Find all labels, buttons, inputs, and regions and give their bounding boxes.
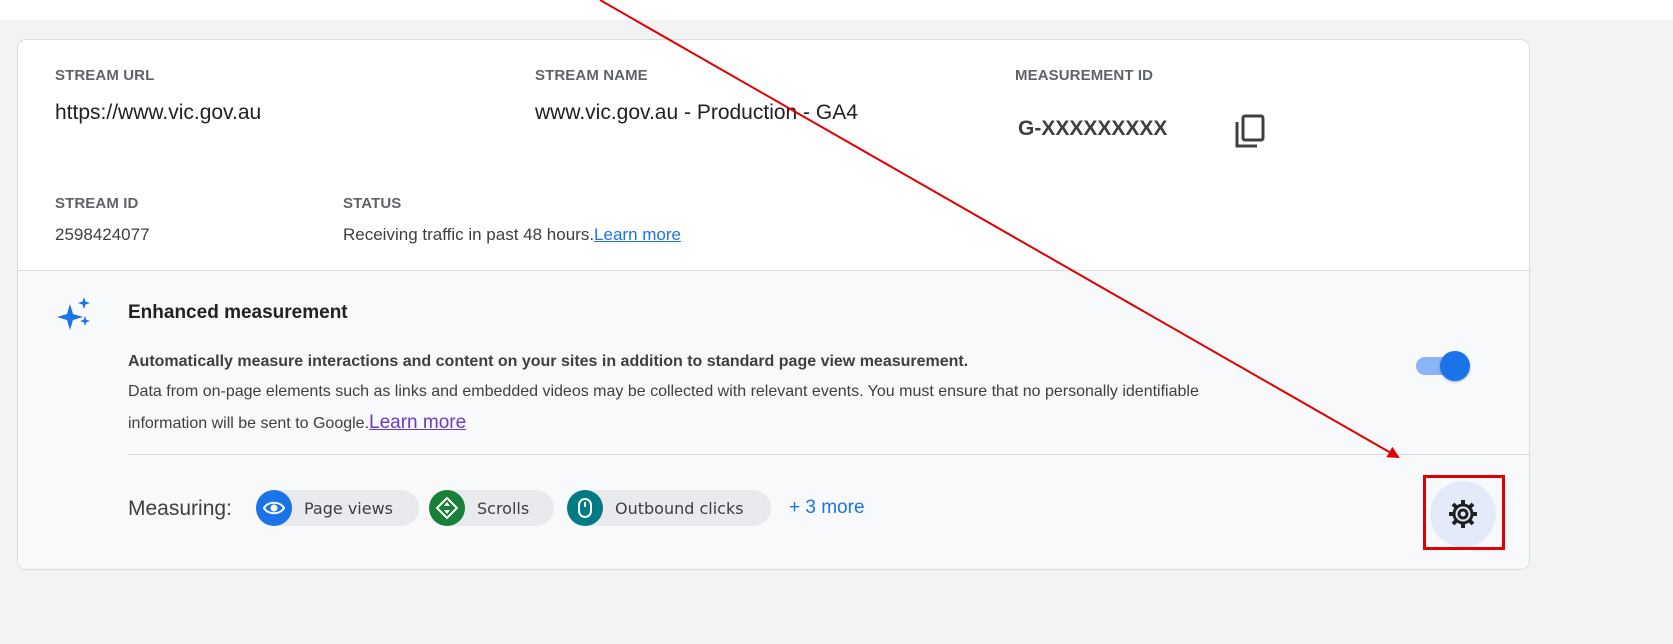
stream-url-label: STREAM URL (55, 67, 155, 84)
measurement-id-label: MEASUREMENT ID (1015, 67, 1154, 84)
enhanced-measurement-section: Enhanced measurement Automatically measu… (18, 270, 1529, 569)
eye-icon (256, 490, 292, 526)
enhanced-learn-more-link[interactable]: Learn more (369, 412, 466, 433)
stream-id-label: STREAM ID (55, 195, 139, 212)
status-value: Receiving traffic in past 48 hours.Learn… (343, 225, 681, 245)
enhanced-measurement-note-continued: information will be sent to Google.Learn… (128, 412, 466, 434)
stream-id-value: 2598424077 (55, 225, 150, 244)
section-divider (128, 454, 1529, 455)
note-text: information will be sent to Google. (128, 415, 370, 432)
sparkle-icon (56, 296, 94, 334)
stream-name-value: www.vic.gov.au - Production - GA4 (535, 101, 858, 124)
more-events-link[interactable]: + 3 more (789, 497, 865, 519)
stream-url-value: https://www.vic.gov.au (55, 101, 262, 124)
stream-name-label: STREAM NAME (535, 67, 648, 84)
settings-highlight-box (1423, 475, 1505, 550)
status-learn-more-link[interactable]: Learn more (594, 225, 681, 244)
measuring-label: Measuring: (128, 497, 232, 520)
chip-outbound-clicks[interactable]: Outbound clicks (567, 490, 771, 526)
enhanced-measurement-note: Data from on-page elements such as links… (128, 383, 1199, 400)
enhanced-measurement-description: Automatically measure interactions and c… (128, 353, 969, 370)
copy-icon[interactable] (1233, 114, 1267, 150)
chip-label: Page views (304, 499, 393, 518)
chip-label: Outbound clicks (615, 499, 744, 518)
chip-scrolls[interactable]: Scrolls (429, 490, 554, 526)
stream-details-card: STREAM URL https://www.vic.gov.au STREAM… (17, 39, 1530, 570)
chip-label: Scrolls (477, 499, 530, 518)
mouse-icon (567, 490, 603, 526)
settings-button[interactable] (1430, 481, 1496, 547)
enhanced-measurement-toggle[interactable] (1416, 351, 1472, 381)
status-text: Receiving traffic in past 48 hours. (343, 225, 595, 244)
scroll-icon (429, 490, 465, 526)
gear-icon (1449, 500, 1477, 528)
toggle-knob (1440, 351, 1470, 381)
status-label: STATUS (343, 195, 402, 212)
enhanced-measurement-title: Enhanced measurement (128, 302, 348, 323)
chip-page-views[interactable]: Page views (256, 490, 419, 526)
measurement-id-value: G-XXXXXXXXX (1018, 117, 1168, 140)
